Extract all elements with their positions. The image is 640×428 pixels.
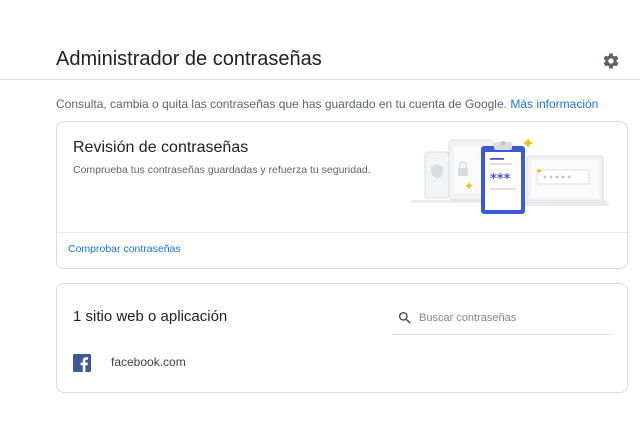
- gear-icon[interactable]: [602, 52, 620, 70]
- header: Administrador de contraseñas: [0, 0, 640, 80]
- saved-passwords-card: 1 sitio web o aplicación facebook.com: [56, 283, 628, 393]
- search-box: [393, 304, 611, 335]
- checkup-subtitle: Comprueba tus contraseñas guardadas y re…: [73, 164, 371, 176]
- site-name: facebook.com: [111, 355, 186, 369]
- description-text: Consulta, cambia o quita las contraseñas…: [56, 97, 507, 111]
- search-input[interactable]: [419, 308, 605, 328]
- saved-count-title: 1 sitio web o aplicación: [73, 308, 228, 325]
- check-passwords-link[interactable]: Comprobar contraseñas: [68, 243, 181, 255]
- search-icon: [399, 312, 411, 324]
- password-checkup-illustration: ***: [411, 138, 609, 214]
- page-description: Consulta, cambia o quita las contraseñas…: [56, 97, 598, 111]
- more-info-link[interactable]: Más información: [510, 97, 598, 111]
- password-checkup-card: Revisión de contraseñas Comprueba tus co…: [56, 121, 628, 269]
- illustration-password-mask: ***: [490, 172, 511, 187]
- facebook-icon: [73, 354, 91, 372]
- checkup-title: Revisión de contraseñas: [73, 139, 249, 156]
- list-item[interactable]: facebook.com: [73, 352, 373, 374]
- card-divider: [57, 232, 627, 233]
- page-title: Administrador de contraseñas: [56, 48, 322, 70]
